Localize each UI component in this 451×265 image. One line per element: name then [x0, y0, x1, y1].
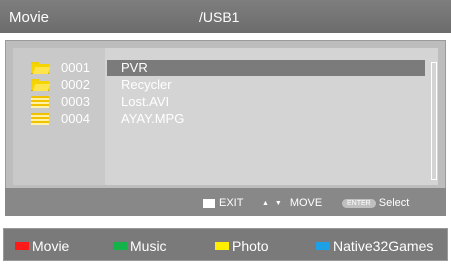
- exit-key-icon: [203, 198, 215, 208]
- move-label: MOVE: [289, 197, 323, 209]
- file-row-pvr[interactable]: 0001 PVR: [13, 60, 438, 76]
- current-path: /USB1: [199, 9, 240, 25]
- file-name: Lost.AVI: [121, 94, 170, 109]
- file-number: 0003: [61, 94, 90, 109]
- file-browser-panel: 0001 PVR 0002 Recycler 0003 Lost.AVI 000…: [5, 40, 446, 216]
- file-number: 0001: [61, 60, 90, 75]
- folder-icon: [31, 62, 51, 74]
- file-icon: [31, 96, 49, 108]
- tab-label: Music: [130, 238, 167, 254]
- exit-label: EXIT: [219, 197, 244, 209]
- file-row-recycler[interactable]: 0002 Recycler: [13, 77, 438, 93]
- select-hint[interactable]: ENTER Select: [342, 197, 409, 209]
- scrollbar[interactable]: [431, 62, 437, 180]
- file-list: 0001 PVR 0002 Recycler 0003 Lost.AVI 000…: [13, 48, 438, 185]
- help-bar: EXIT ▲ ▼ MOVE ENTER Select: [5, 188, 446, 216]
- tab-photo[interactable]: Photo: [215, 238, 269, 254]
- enter-key-icon: ENTER: [342, 198, 376, 208]
- tab-label: Photo: [232, 238, 269, 254]
- blue-key-icon: [316, 242, 330, 250]
- tab-label: Movie: [32, 238, 70, 254]
- tab-native32games[interactable]: Native32Games: [316, 238, 433, 254]
- red-key-icon: [15, 242, 29, 250]
- file-name: Recycler: [121, 77, 172, 92]
- up-down-arrows-icon: ▲ ▼: [262, 199, 284, 207]
- file-number: 0004: [61, 111, 90, 126]
- file-row-ayay-mpg[interactable]: 0004 AYAY.MPG: [13, 111, 438, 127]
- selection-highlight: [107, 60, 425, 76]
- exit-hint[interactable]: EXIT: [203, 197, 243, 209]
- select-label: Select: [378, 197, 410, 209]
- file-icon: [31, 113, 49, 125]
- title-bar: Movie /USB1: [0, 0, 451, 33]
- move-hint: ▲ ▼ MOVE: [262, 197, 322, 209]
- tab-label: Native32Games: [333, 238, 434, 254]
- folder-icon: [31, 79, 51, 91]
- tab-music[interactable]: Music: [113, 238, 167, 254]
- yellow-key-icon: [215, 242, 229, 250]
- tab-movie[interactable]: Movie: [15, 238, 69, 254]
- file-number: 0002: [61, 77, 90, 92]
- file-row-lost-avi[interactable]: 0003 Lost.AVI: [13, 94, 438, 110]
- green-key-icon: [113, 242, 127, 250]
- media-tab-bar: Movie Music Photo Native32Games: [3, 228, 448, 261]
- file-name: PVR: [121, 60, 148, 75]
- file-name: AYAY.MPG: [121, 111, 185, 126]
- page-title: Movie: [9, 9, 50, 26]
